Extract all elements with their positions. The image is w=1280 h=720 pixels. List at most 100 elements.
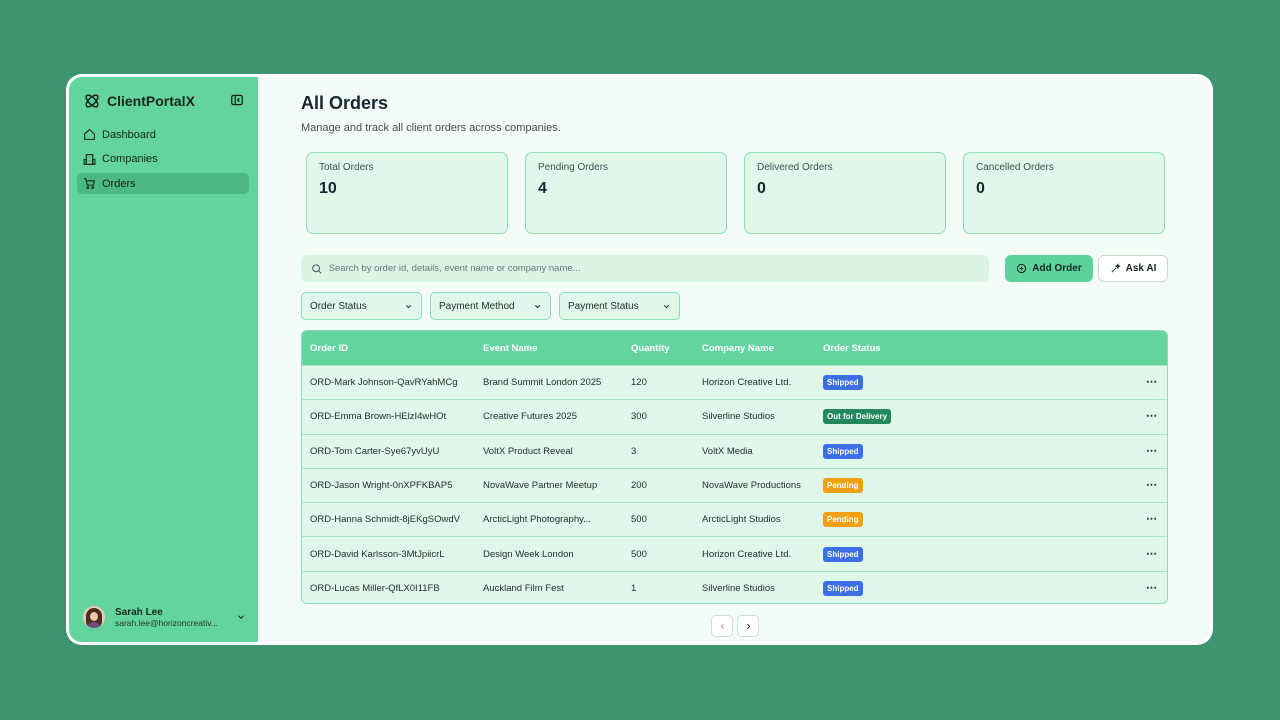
next-page-button[interactable] [737, 615, 759, 637]
column-header-quantity[interactable]: Quantity [623, 343, 694, 354]
stat-value: 0 [757, 180, 766, 197]
more-options-icon[interactable]: ⋯ [1146, 446, 1158, 457]
stat-value: 10 [319, 180, 337, 197]
table-row[interactable]: ORD-Tom Carter-Sye67yvUyU VoltX Product R… [302, 433, 1167, 468]
table-header: Order ID Event Name Quantity Company Nam… [302, 331, 1167, 365]
stat-value: 4 [538, 180, 547, 197]
stats-row: Total Orders 10 Pending Orders 4 Deliver… [306, 152, 1165, 234]
cell-order-id: ORD-Lucas Miller-QfLX0I11FB [310, 582, 440, 594]
status-badge: Shipped [823, 375, 863, 391]
more-options-icon[interactable]: ⋯ [1146, 549, 1158, 560]
cell-actions: ⋯ [1137, 583, 1167, 594]
cell-order-status: Shipped [815, 375, 1137, 391]
cell-company-name: Horizon Creative Ltd. [702, 548, 792, 560]
cell-actions: ⋯ [1137, 549, 1167, 560]
home-icon [84, 128, 95, 140]
chevron-down-icon[interactable] [236, 612, 246, 622]
chevron-down-icon [534, 304, 541, 308]
cell-order-id: ORD-Hanna Schmidt-8jEKgSOwdV [310, 514, 460, 526]
user-name: Sarah Lee [115, 606, 163, 618]
sidebar-item-companies[interactable]: Companies [77, 149, 249, 170]
filter-label: Payment Method [439, 300, 515, 312]
sparkle-icon [1111, 263, 1120, 273]
more-options-icon[interactable]: ⋯ [1146, 377, 1158, 388]
app-name: ClientPortalX [107, 93, 195, 109]
cell-order-status: Pending [815, 512, 1137, 528]
chevron-down-icon [663, 304, 670, 308]
chevron-left-icon [720, 623, 724, 629]
cell-company-name: ArcticLight Studios [702, 514, 781, 526]
cell-event-name: NovaWave Partner Meetup [483, 480, 598, 492]
cell-quantity: 120 [631, 377, 647, 389]
add-order-button[interactable]: Add Order [1005, 255, 1093, 282]
sidebar-item-label: Orders [102, 177, 136, 190]
cell-company-name: Silverline Studios [702, 582, 775, 594]
more-options-icon[interactable]: ⋯ [1146, 411, 1158, 422]
orders-table: Order ID Event Name Quantity Company Nam… [301, 330, 1168, 604]
more-options-icon[interactable]: ⋯ [1146, 583, 1158, 594]
app-window: ClientPortalX Dashboard Companies Orders… [66, 74, 1213, 645]
sidebar-nav: Dashboard Companies Orders [77, 124, 249, 198]
stat-card-delivered: Delivered Orders 0 [744, 152, 946, 234]
more-options-icon[interactable]: ⋯ [1146, 480, 1158, 491]
table-row[interactable]: ORD-Emma Brown-HElzI4wHOt Creative Future… [302, 399, 1167, 433]
cell-company-name: Horizon Creative Ltd. [702, 377, 792, 389]
status-badge: Pending [823, 478, 863, 494]
search-input[interactable] [328, 263, 979, 274]
ask-ai-button[interactable]: Ask AI [1098, 255, 1168, 282]
filter-order-status[interactable]: Order Status [301, 292, 422, 320]
stat-card-pending: Pending Orders 4 [525, 152, 727, 234]
table-row[interactable]: ORD-David Karlsson-3MtJpiicrL Design Week… [302, 536, 1167, 570]
column-header-company-name[interactable]: Company Name [694, 343, 815, 354]
table-row[interactable]: ORD-Hanna Schmidt-8jEKgSOwdV ArcticLight … [302, 502, 1167, 536]
cell-event-name: Creative Futures 2025 [483, 411, 577, 423]
filter-payment-method[interactable]: Payment Method [430, 292, 551, 320]
app-frame: ClientPortalX Dashboard Companies Orders… [69, 77, 1210, 642]
column-header-event-name[interactable]: Event Name [475, 343, 623, 354]
user-menu[interactable]: Sarah Lee sarah.lee@horizoncreativ... [83, 606, 246, 628]
pagination [711, 615, 759, 637]
ask-ai-label: Ask AI [1125, 263, 1157, 274]
building-icon [83, 153, 96, 165]
cell-order-id: ORD-Mark Johnson-QavRYahMCg [310, 377, 458, 389]
sidebar-item-dashboard[interactable]: Dashboard [77, 124, 249, 145]
cell-company-name: VoltX Media [702, 445, 753, 457]
status-badge: Out for Delivery [823, 409, 892, 425]
status-badge: Pending [823, 512, 863, 528]
cell-company-name: Silverline Studios [702, 411, 775, 423]
search-bar [301, 255, 989, 282]
brand[interactable]: ClientPortalX [83, 92, 195, 110]
more-options-icon[interactable]: ⋯ [1146, 514, 1158, 525]
sidebar: ClientPortalX Dashboard Companies Orders… [69, 77, 258, 642]
cell-order-id: ORD-David Karlsson-3MtJpiicrL [310, 548, 445, 560]
cell-actions: ⋯ [1137, 377, 1167, 388]
prev-page-button[interactable] [711, 615, 733, 637]
table-row[interactable]: ORD-Lucas Miller-QfLX0I11FB Auckland Film… [302, 570, 1167, 603]
stat-label: Pending Orders [538, 162, 609, 173]
cell-quantity: 500 [631, 514, 647, 526]
status-badge: Shipped [823, 580, 863, 596]
cell-event-name: VoltX Product Reveal [483, 445, 573, 457]
cell-order-id: ORD-Jason Wright-0nXPFKBAP5 [310, 480, 453, 492]
cell-quantity: 1 [631, 582, 637, 594]
table-row[interactable]: ORD-Jason Wright-0nXPFKBAP5 NovaWave Part… [302, 467, 1167, 502]
cell-actions: ⋯ [1137, 514, 1167, 525]
sidebar-collapse-icon[interactable] [230, 93, 244, 107]
stat-label: Total Orders [319, 162, 374, 173]
filters-row: Order Status Payment Method Payment Stat… [301, 292, 680, 320]
logo-icon [85, 94, 99, 108]
user-info: Sarah Lee sarah.lee@horizoncreativ... [115, 607, 226, 628]
table-body: ORD-Mark Johnson-QavRYahMCg Brand Summit … [302, 365, 1167, 603]
filter-payment-status[interactable]: Payment Status [559, 292, 680, 320]
cell-order-id: ORD-Tom Carter-Sye67yvUyU [310, 445, 440, 457]
add-order-label: Add Order [1032, 263, 1082, 274]
column-header-order-id[interactable]: Order ID [302, 343, 475, 354]
cell-quantity: 300 [631, 411, 647, 423]
table-row[interactable]: ORD-Mark Johnson-QavRYahMCg Brand Summit … [302, 365, 1167, 399]
column-header-order-status[interactable]: Order Status [815, 343, 1137, 354]
status-badge: Shipped [823, 443, 863, 459]
cell-event-name: Auckland Film Fest [483, 582, 564, 594]
cell-event-name: ArcticLight Photography... [483, 514, 592, 526]
cell-actions: ⋯ [1137, 411, 1167, 422]
sidebar-item-orders[interactable]: Orders [77, 173, 249, 194]
